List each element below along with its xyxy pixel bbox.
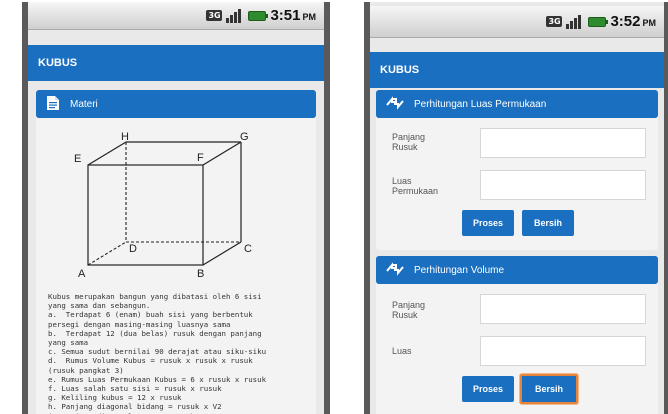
volume-clear-button[interactable]: Bersih — [520, 374, 578, 404]
volume-section-header[interactable]: Perhitungan Volume — [376, 256, 658, 284]
document-icon — [46, 95, 60, 114]
cube-label-e: E — [74, 153, 81, 165]
cube-label-h: H — [121, 131, 129, 143]
materi-text-line: Kubus merupakan bangun yang dibatasi ole… — [48, 292, 262, 301]
volume-result-label: Luas — [392, 346, 412, 356]
cube-label-c: C — [244, 243, 252, 255]
volume-edge-label: Panjang Rusuk — [392, 300, 426, 320]
materi-text-line: c. Semua sudut bernilai 90 derajat atau … — [48, 347, 267, 357]
status-ampm: PM — [302, 12, 317, 22]
materi-header[interactable]: Materi — [36, 90, 316, 118]
signal-icon — [226, 8, 244, 23]
volume-section-title: Perhitungan Volume — [414, 264, 505, 276]
surface-clear-button[interactable]: Bersih — [522, 210, 574, 236]
battery-icon — [248, 10, 269, 21]
materi-text-line: (rusuk pangkat 3) — [48, 365, 124, 375]
surface-section-title: Perhitungan Luas Permukaan — [414, 98, 547, 110]
surface-area-output[interactable] — [480, 170, 646, 200]
network-3g-icon: 3G — [206, 10, 223, 21]
materi-text-line: a. Terdapat 6 (enam) buah sisi yang berb… — [48, 310, 253, 320]
network-3g-icon: 3G — [546, 16, 563, 27]
surface-form-card: Panjang Rusuk Luas Permukaan Proses Bers… — [376, 114, 658, 250]
surface-section-header[interactable]: Perhitungan Luas Permukaan — [376, 90, 658, 118]
status-ampm: PM — [642, 18, 657, 28]
phone-right: 3G 3:52 PM KUBUS Panjang Rusuk Luas Perm… — [364, 2, 668, 414]
calculate-arrows-icon — [386, 95, 404, 113]
volume-edge-input[interactable] — [480, 294, 646, 324]
volume-process-button[interactable]: Proses — [462, 376, 514, 402]
volume-form-card: Panjang Rusuk Luas Proses Bersih — [376, 280, 658, 414]
cube-front-face — [87, 164, 204, 266]
surface-edge-input[interactable] — [480, 128, 646, 158]
surface-area-label: Luas Permukaan — [392, 176, 439, 196]
materi-text-line: h. Panjang diagonal bidang = rusuk x V2 — [48, 402, 222, 412]
materi-text-line: yang sama dan sebangun. — [48, 301, 151, 311]
status-bar: 3G 3:52 PM — [370, 6, 664, 38]
materi-text-line: d. Rumus Volume Kubus = rusuk x rusuk x … — [48, 356, 253, 366]
volume-result-output[interactable] — [480, 336, 646, 366]
materi-text-line: yang sama — [48, 338, 89, 348]
cube-label-f: F — [197, 152, 204, 164]
app-title: KUBUS — [38, 57, 78, 69]
materi-text-line: e. Rumus Luas Permukaan Kubus = 6 x rusu… — [48, 374, 267, 384]
app-title: KUBUS — [380, 64, 420, 76]
phone-left: 3G 3:51 PM KUBUS Materi A B C D E F G H … — [22, 2, 330, 414]
surface-edge-label: Panjang Rusuk — [392, 132, 426, 152]
cube-label-d: D — [129, 243, 137, 255]
materi-text-line: g. Keliling kubus = 12 x rusuk — [48, 393, 182, 403]
cube-label-a: A — [78, 268, 86, 280]
status-time: 3:52 — [610, 13, 641, 30]
materi-title: Materi — [70, 98, 98, 110]
screenshot-page: 3G 3:51 PM KUBUS Materi A B C D E F G H … — [0, 0, 668, 414]
status-time: 3:51 — [270, 7, 301, 24]
materi-text-line: persegi dengan masing-masing luasnya sam… — [48, 319, 231, 329]
signal-icon — [566, 14, 584, 29]
cube-label-g: G — [240, 131, 249, 143]
materi-text-line: b. Terdapat 12 (dua belas) rusuk dengan … — [48, 328, 262, 338]
surface-process-button[interactable]: Proses — [462, 210, 514, 236]
app-title-bar: KUBUS — [370, 52, 664, 88]
cube-diagram: A B C D E F G H — [74, 131, 252, 280]
cube-label-b: B — [197, 268, 204, 280]
status-bar: 3G 3:51 PM — [28, 2, 324, 30]
battery-icon — [588, 16, 609, 27]
screen-calculator: 3G 3:52 PM KUBUS Panjang Rusuk Luas Perm… — [370, 2, 664, 414]
app-title-bar: KUBUS — [28, 45, 324, 81]
materi-text-line: f. Luas salah satu sisi = rusuk x rusuk — [48, 384, 222, 394]
calculate-arrows-icon — [386, 261, 404, 279]
screen-materi: 3G 3:51 PM KUBUS Materi A B C D E F G H … — [28, 2, 324, 414]
materi-text: Kubus merupakan bangun yang dibatasi ole… — [48, 292, 310, 414]
